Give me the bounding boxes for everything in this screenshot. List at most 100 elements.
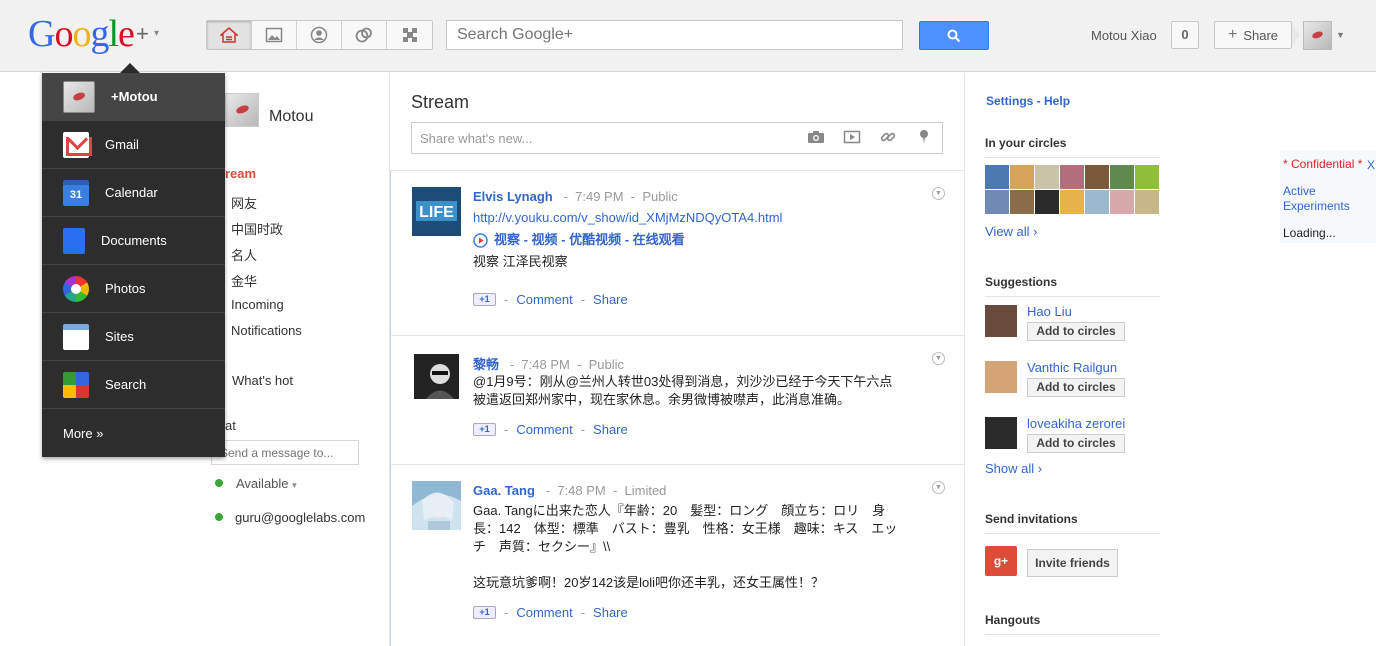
post-time[interactable]: 7:48 PM: [521, 357, 569, 372]
sidebar-item-circle[interactable]: 金华: [231, 271, 257, 290]
chat-status[interactable]: Available ▾: [236, 476, 297, 491]
suggestion-name[interactable]: Hao Liu: [1027, 304, 1072, 319]
help-link[interactable]: Help: [1044, 94, 1070, 108]
settings-link[interactable]: Settings: [986, 94, 1033, 108]
post-link-url[interactable]: http://v.youku.com/v_show/id_XMjMzNDQyOT…: [473, 209, 908, 227]
home-nav-button[interactable]: [207, 21, 252, 49]
post-text-line: チ 声質：セクシー』\\: [473, 539, 611, 554]
suggestion-name[interactable]: Vanthic Railgun: [1027, 360, 1117, 375]
sidebar-item-circle[interactable]: 网友: [231, 193, 257, 212]
view-all-link[interactable]: View all ›: [985, 224, 1038, 239]
search-input[interactable]: [446, 20, 903, 50]
post-author-avatar[interactable]: [412, 481, 461, 530]
menu-item-sites[interactable]: Sites: [42, 313, 225, 361]
suggestion-avatar[interactable]: [985, 417, 1017, 449]
games-nav-button[interactable]: [387, 21, 432, 49]
circles-nav-button[interactable]: [342, 21, 387, 49]
share-button[interactable]: + Share: [1214, 21, 1292, 49]
profile-nav-button[interactable]: [297, 21, 342, 49]
menu-item-photos[interactable]: Photos: [42, 265, 225, 313]
circle-avatar[interactable]: [1085, 190, 1109, 214]
sidebar-item-incoming[interactable]: Incoming: [231, 297, 284, 312]
circle-avatar[interactable]: [1135, 165, 1159, 189]
post-visibility[interactable]: Public: [589, 357, 624, 372]
close-icon[interactable]: X: [1367, 158, 1375, 172]
circle-avatar[interactable]: [1085, 165, 1109, 189]
location-pin-icon[interactable]: [906, 129, 942, 148]
profile-name[interactable]: Motou: [269, 108, 313, 126]
post-menu-chevron-icon[interactable]: ▼: [932, 481, 945, 494]
post-time[interactable]: 7:49 PM: [575, 189, 623, 204]
post-visibility[interactable]: Public: [642, 189, 677, 204]
share-link[interactable]: Share: [593, 422, 628, 437]
chat-input[interactable]: [211, 440, 359, 465]
sidebar-item-circle[interactable]: 名人: [231, 245, 257, 264]
invite-friends-button[interactable]: Invite friends: [1027, 549, 1118, 577]
circle-avatar[interactable]: [1060, 165, 1084, 189]
google-plus-logo[interactable]: Google + ▾: [28, 12, 159, 56]
menu-item-calendar[interactable]: 31 Calendar: [42, 169, 225, 217]
post-author-avatar[interactable]: [412, 352, 461, 401]
menu-item-search[interactable]: Search: [42, 361, 225, 409]
menu-item-more[interactable]: More »: [42, 409, 225, 457]
circle-avatar[interactable]: [985, 190, 1009, 214]
share-link[interactable]: Share: [593, 605, 628, 620]
circle-avatar[interactable]: [1035, 165, 1059, 189]
circle-avatar[interactable]: [1035, 190, 1059, 214]
suggestion-name[interactable]: loveakiha zerorei: [1027, 416, 1125, 431]
post-time[interactable]: 7:48 PM: [557, 483, 605, 498]
active-experiments-link[interactable]: Active Experiments: [1283, 184, 1376, 214]
post-author-avatar[interactable]: LIFE: [412, 187, 461, 236]
menu-item-documents[interactable]: Documents: [42, 217, 225, 265]
chevron-down-icon[interactable]: ▼: [1336, 30, 1345, 40]
menu-item-profile[interactable]: +Motou: [42, 73, 225, 121]
circle-avatar[interactable]: [1135, 190, 1159, 214]
post-visibility[interactable]: Limited: [625, 483, 667, 498]
video-icon[interactable]: [834, 130, 870, 147]
notification-count[interactable]: 0: [1171, 21, 1199, 49]
circle-avatar[interactable]: [1110, 165, 1134, 189]
circle-avatar[interactable]: [985, 165, 1009, 189]
comment-link[interactable]: Comment: [516, 605, 572, 620]
sidebar-item-circle[interactable]: 中国时政: [231, 219, 283, 238]
post-text: 视察 江泽民视察: [473, 254, 568, 269]
circle-avatar[interactable]: [1110, 190, 1134, 214]
comment-link[interactable]: Comment: [516, 292, 572, 307]
suggestion-avatar[interactable]: [985, 361, 1017, 393]
sidebar-item-stream[interactable]: ream: [225, 166, 256, 181]
add-to-circles-button[interactable]: Add to circles: [1027, 378, 1125, 397]
show-all-link[interactable]: Show all ›: [985, 461, 1042, 476]
avatar[interactable]: [1303, 21, 1332, 50]
search-button[interactable]: [919, 21, 989, 50]
add-to-circles-button[interactable]: Add to circles: [1027, 322, 1125, 341]
circle-avatar[interactable]: [1010, 190, 1034, 214]
plus-one-button[interactable]: +1: [473, 423, 496, 436]
sidebar-item-notifications[interactable]: Notifications: [231, 323, 302, 338]
post-author-name[interactable]: 黎畅: [473, 357, 499, 372]
plus-one-button[interactable]: +1: [473, 293, 496, 306]
profile-photo[interactable]: [225, 93, 259, 127]
menu-item-gmail[interactable]: Gmail: [42, 121, 225, 169]
post-author-name[interactable]: Gaa. Tang: [473, 483, 535, 498]
post-link-preview[interactable]: 视察 - 视频 - 优酷视频 - 在线观看: [473, 231, 908, 249]
comment-link[interactable]: Comment: [516, 422, 572, 437]
circle-avatar[interactable]: [1060, 190, 1084, 214]
suggestion-avatar[interactable]: [985, 305, 1017, 337]
link-icon[interactable]: [870, 129, 906, 148]
chat-status-label: Available: [236, 476, 289, 491]
post-author-name[interactable]: Elvis Lynagh: [473, 189, 553, 204]
camera-icon[interactable]: [798, 130, 834, 147]
circle-avatar[interactable]: [1010, 165, 1034, 189]
chat-contact[interactable]: guru@googlelabs.com: [235, 510, 365, 525]
sidebar-item-whats-hot[interactable]: What's hot: [232, 373, 293, 388]
share-link[interactable]: Share: [593, 292, 628, 307]
share-box[interactable]: Share what's new...: [411, 122, 943, 154]
user-name[interactable]: Motou Xiao: [1091, 28, 1157, 43]
post-menu-chevron-icon[interactable]: ▼: [932, 352, 945, 365]
post-menu-chevron-icon[interactable]: ▼: [932, 187, 945, 200]
plus-one-button[interactable]: +1: [473, 606, 496, 619]
add-to-circles-button[interactable]: Add to circles: [1027, 434, 1125, 453]
post-actions: +1 - Comment - Share: [473, 605, 628, 620]
photos-nav-button[interactable]: [252, 21, 297, 49]
separator: -: [580, 605, 586, 620]
